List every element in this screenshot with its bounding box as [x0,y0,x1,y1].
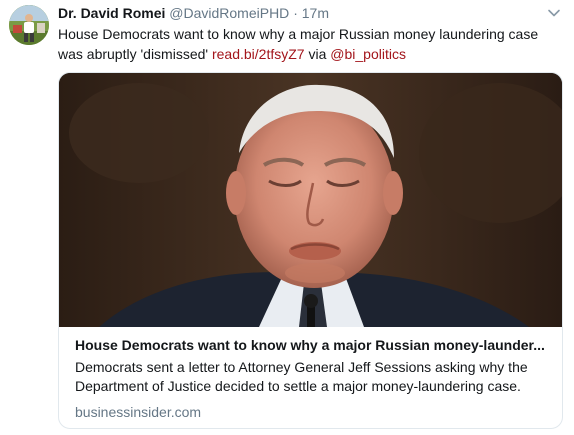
chevron-down-icon[interactable] [547,6,561,20]
tweet: Dr. David Romei @DavidRomeiPHD · 17m Hou… [0,0,574,435]
timestamp[interactable]: 17m [302,5,329,21]
tweet-text: House Democrats want to know why a major… [58,24,558,64]
tweet-link[interactable]: read.bi/2tfsyZ7 [212,46,305,62]
link-card[interactable]: House Democrats want to know why a major… [58,72,563,429]
card-description: Democrats sent a letter to Attorney Gene… [75,359,528,394]
tweet-header: Dr. David Romei @DavidRomeiPHD · 17m [58,4,329,22]
author-name[interactable]: Dr. David Romei [58,5,165,21]
avatar[interactable] [9,5,49,45]
card-body: House Democrats want to know why a major… [75,335,550,421]
tweet-mention[interactable]: @bi_politics [330,46,406,62]
card-title[interactable]: House Democrats want to know why a major… [75,335,550,355]
separator-dot: · [293,5,298,21]
card-photo [59,73,562,327]
avatar-image [9,5,49,45]
tweet-via-text: via [304,46,331,62]
card-image[interactable] [59,73,562,327]
card-domain[interactable]: businessinsider.com [75,403,550,421]
author-handle[interactable]: @DavidRomeiPHD [169,5,289,21]
